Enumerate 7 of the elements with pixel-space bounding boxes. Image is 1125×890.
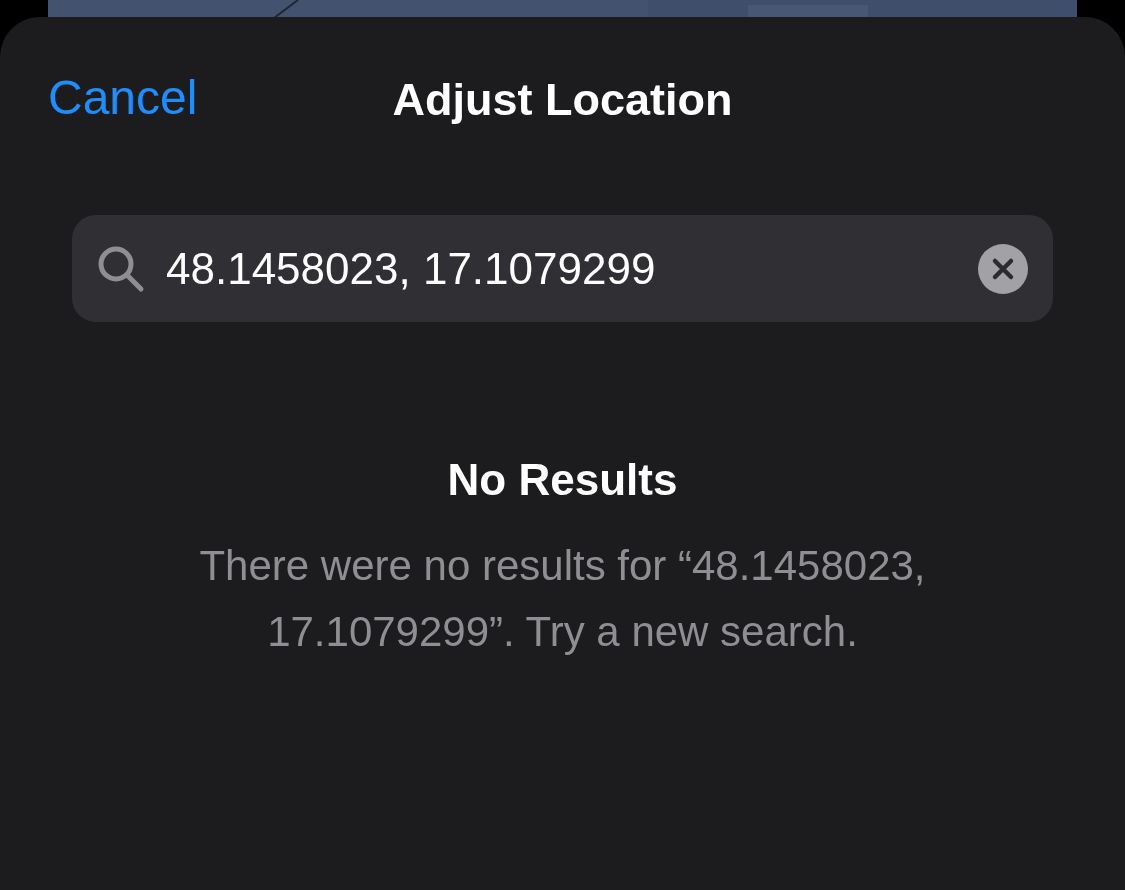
- cancel-button[interactable]: Cancel: [48, 74, 198, 122]
- no-results-title: No Results: [447, 454, 678, 506]
- sheet-title: Adjust Location: [392, 77, 733, 122]
- no-results-message: There were no results for “48.1458023, 17.1079299”. Try a new search.: [198, 541, 927, 657]
- clear-icon[interactable]: [977, 242, 1029, 295]
- search-input[interactable]: 48.1458023, 17.1079299: [166, 235, 957, 302]
- search-field[interactable]: 48.1458023, 17.1079299: [72, 215, 1053, 322]
